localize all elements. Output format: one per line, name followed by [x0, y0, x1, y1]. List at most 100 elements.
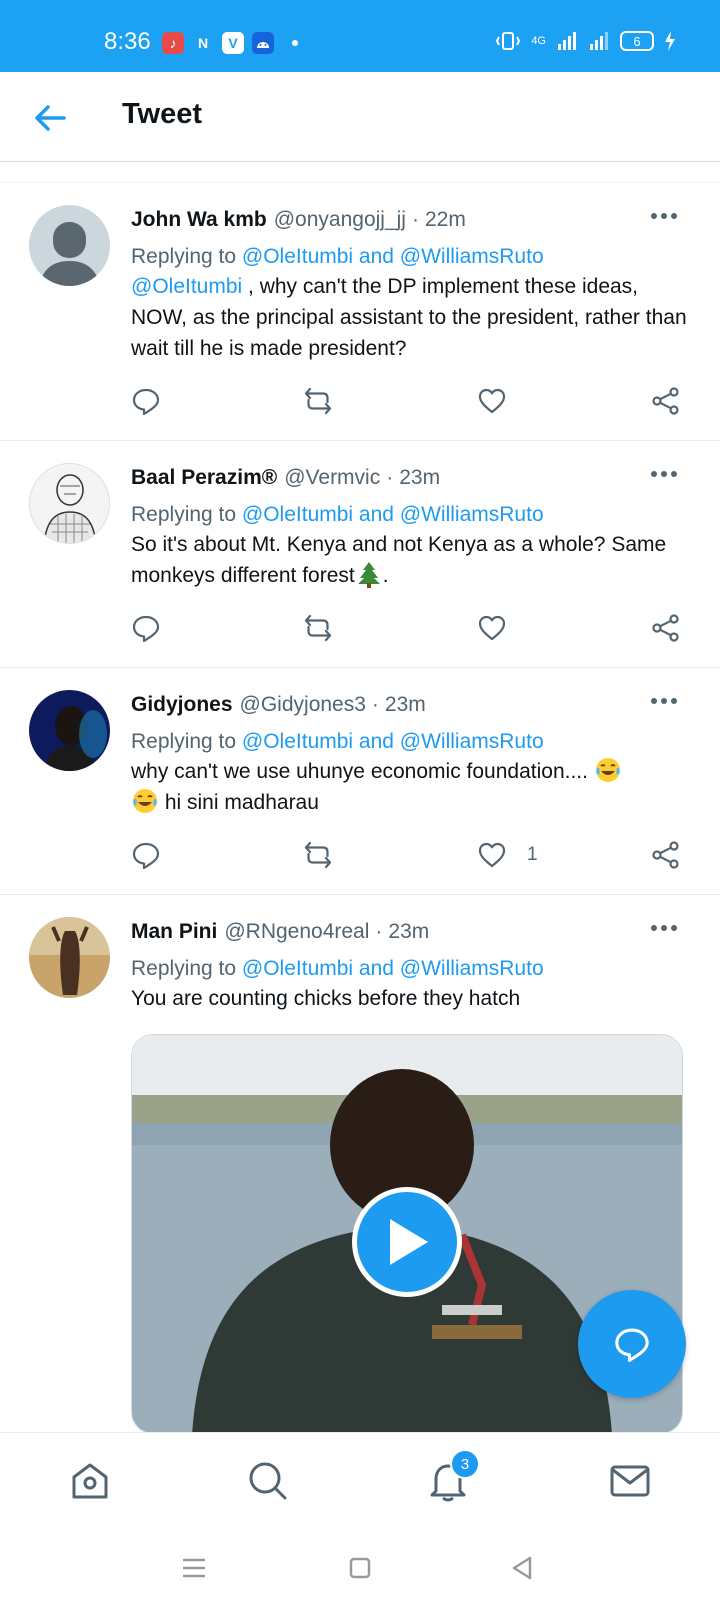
- separator: ·: [371, 693, 379, 716]
- replying-to-link[interactable]: @OleItumbi and @WilliamsRuto: [242, 730, 544, 753]
- messages-icon[interactable]: [608, 1459, 652, 1503]
- avatar[interactable]: [29, 463, 110, 544]
- tweet-card[interactable]: John Wa kmb @onyangojj_jj · 22m Replying…: [0, 183, 720, 441]
- reply-icon: [132, 842, 160, 870]
- separator: ·: [386, 466, 394, 489]
- like-button[interactable]: 1: [477, 840, 538, 870]
- signal-icon-1: [558, 32, 576, 50]
- tears-of-joy-emoji: [133, 789, 157, 813]
- n-app-icon: N: [192, 32, 214, 54]
- menu-icon[interactable]: [180, 1554, 208, 1582]
- more-options-icon[interactable]: [650, 923, 678, 933]
- reply-fab[interactable]: [578, 1290, 686, 1398]
- replying-to-link[interactable]: @OleItumbi and @WilliamsRuto: [242, 957, 544, 980]
- reply-button[interactable]: [131, 386, 161, 416]
- replying-to-prefix: Replying to: [131, 730, 237, 753]
- share-icon: [652, 841, 679, 869]
- replying-to-link[interactable]: @OleItumbi and @WilliamsRuto: [242, 245, 544, 268]
- replying-to: Replying to @OleItumbi and @WilliamsRuto: [131, 730, 688, 754]
- tweet-actions: 1: [131, 818, 688, 894]
- android-icon: [252, 32, 274, 54]
- share-button[interactable]: [651, 386, 681, 416]
- tweet-text: @OleItumbi , why can't the DP implement …: [131, 271, 688, 364]
- more-notifications-dot: [292, 40, 298, 46]
- avatar[interactable]: [29, 690, 110, 771]
- tweet-card[interactable]: Gidyjones @Gidyjones3 · 23m Replying to …: [0, 668, 720, 895]
- tweet-text-body: You are counting chicks before they hatc…: [131, 987, 521, 1010]
- more-options-icon[interactable]: [650, 211, 678, 221]
- tears-of-joy-emoji: [595, 758, 620, 782]
- replying-to-link[interactable]: @OleItumbi and @WilliamsRuto: [242, 503, 544, 526]
- author-name[interactable]: John Wa kmb: [131, 208, 267, 232]
- retweet-button[interactable]: [303, 613, 333, 643]
- tweet-text-end: .: [382, 564, 389, 587]
- tweet-header: Man Pini @RNgeno4real · 23m: [131, 917, 688, 947]
- more-options-icon[interactable]: [650, 696, 678, 706]
- retweet-button[interactable]: [303, 840, 333, 870]
- tweet-card[interactable]: Baal Perazim® @Vermvic · 23m Replying to…: [0, 441, 720, 668]
- replies-feed[interactable]: John Wa kmb @onyangojj_jj · 22m Replying…: [0, 182, 720, 1432]
- tweet-actions: [131, 591, 688, 667]
- replying-to: Replying to @OleItumbi and @WilliamsRuto: [131, 957, 688, 981]
- default-avatar-icon: [29, 205, 110, 286]
- like-count: 1: [527, 844, 538, 865]
- reply-button[interactable]: [131, 840, 161, 870]
- play-icon: [390, 1219, 428, 1265]
- reply-icon: [615, 1328, 649, 1362]
- tweet-text-body: So it's about Mt. Kenya and not Kenya as…: [131, 533, 667, 587]
- page-title: Tweet: [122, 98, 203, 130]
- replying-to-prefix: Replying to: [131, 503, 237, 526]
- reply-icon: [132, 615, 160, 643]
- vibrate-icon: [496, 32, 521, 50]
- home-square-icon[interactable]: [346, 1554, 374, 1582]
- share-icon: [652, 614, 679, 642]
- author-handle: @Gidyjones3: [239, 693, 366, 716]
- retweet-icon: [304, 841, 332, 869]
- network-type: 4G: [531, 35, 546, 47]
- tweet-actions: [131, 364, 688, 440]
- author-name[interactable]: Man Pini: [131, 920, 217, 944]
- play-button[interactable]: [352, 1187, 462, 1297]
- battery-icon: 6: [620, 31, 654, 51]
- author-name[interactable]: Baal Perazim®: [131, 466, 277, 490]
- share-button[interactable]: [651, 613, 681, 643]
- heart-icon: [478, 842, 506, 868]
- retweet-icon: [304, 387, 332, 415]
- author-handle: @Vermvic: [284, 466, 381, 489]
- replying-to: Replying to @OleItumbi and @WilliamsRuto: [131, 503, 688, 527]
- author-handle: @RNgeno4real: [224, 920, 370, 943]
- search-icon[interactable]: [246, 1459, 290, 1503]
- music-app-icon: ♪: [162, 32, 184, 54]
- back-arrow-icon[interactable]: [30, 98, 70, 138]
- tweet-text: why can't we use uhunye economic foundat…: [131, 756, 688, 818]
- retweet-icon: [304, 614, 332, 642]
- more-options-icon[interactable]: [650, 469, 678, 479]
- bottom-navigation: 3: [0, 1432, 720, 1532]
- tweet-header: Gidyjones @Gidyjones3 · 23m: [131, 690, 688, 720]
- replying-to-prefix: Replying to: [131, 957, 237, 980]
- tweet-text-end: hi sini madharau: [159, 791, 319, 814]
- share-button[interactable]: [651, 840, 681, 870]
- reply-button[interactable]: [131, 613, 161, 643]
- tweet-time: 23m: [399, 466, 441, 489]
- avatar[interactable]: [29, 205, 110, 286]
- status-bar: 8:36 ♪ N V 4G 6: [0, 0, 720, 72]
- back-triangle-icon[interactable]: [508, 1554, 536, 1582]
- like-button[interactable]: [477, 386, 507, 416]
- system-navigation-bar: [0, 1532, 720, 1600]
- evergreen-tree-emoji: [357, 562, 380, 588]
- mention-link[interactable]: @OleItumbi: [131, 275, 242, 298]
- author-name[interactable]: Gidyjones: [131, 693, 233, 717]
- status-notification-icons: ♪ N V: [162, 32, 298, 54]
- tweet-header: John Wa kmb @onyangojj_jj · 22m: [131, 205, 688, 235]
- retweet-button[interactable]: [303, 386, 333, 416]
- heart-icon: [478, 388, 506, 414]
- avatar[interactable]: [29, 917, 110, 998]
- reply-icon: [132, 388, 160, 416]
- photo-avatar: [29, 690, 110, 771]
- like-button[interactable]: [477, 613, 507, 643]
- notifications-badge: 3: [450, 1449, 480, 1479]
- home-icon[interactable]: [68, 1459, 112, 1503]
- v-app-icon: V: [222, 32, 244, 54]
- share-icon: [652, 387, 679, 415]
